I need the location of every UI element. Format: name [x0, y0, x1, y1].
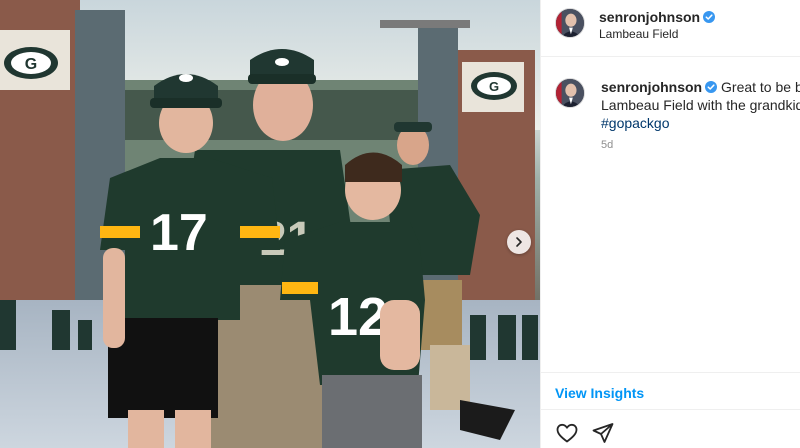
packers-g-logo-right: G [471, 72, 517, 100]
like-button[interactable] [555, 421, 579, 445]
svg-text:G: G [489, 79, 499, 94]
action-bar [541, 416, 800, 448]
avatar-image [556, 9, 584, 37]
view-insights-button[interactable]: View Insights [555, 385, 644, 401]
post-timestamp[interactable]: 5d [601, 139, 613, 151]
caption-avatar[interactable] [555, 78, 585, 108]
avatar[interactable] [555, 8, 585, 38]
photo-illustration: G G 17 12 [0, 0, 540, 448]
caption-body-2: Lambeau Field with the grandkids. [601, 97, 800, 113]
carousel-next-button[interactable] [507, 230, 531, 254]
caption-body-1: Great to be back [721, 79, 800, 95]
caption-username[interactable]: senronjohnson [601, 79, 702, 95]
avatar-image [556, 79, 584, 107]
verified-badge-icon [705, 81, 718, 93]
share-button[interactable] [591, 421, 615, 445]
location-link[interactable]: Lambeau Field [599, 27, 678, 41]
verified-badge-icon [703, 11, 716, 23]
svg-text:G: G [25, 56, 37, 73]
post-header: senronjohnson Lambeau Field [541, 0, 800, 57]
svg-text:17: 17 [150, 204, 208, 262]
caption-line-1: senronjohnson Great to be back [601, 78, 800, 96]
paper-plane-icon [592, 423, 614, 443]
insights-bar: View Insights [541, 372, 800, 410]
svg-text:12: 12 [328, 287, 388, 347]
hashtag-link[interactable]: #gopackgo [601, 114, 800, 132]
caption: senronjohnson Great to be back Lambeau F… [541, 72, 800, 162]
heart-icon [556, 423, 578, 443]
chevron-right-icon [516, 237, 522, 247]
packers-g-logo-left: G [4, 47, 58, 79]
post-details-panel: senronjohnson Lambeau Field senronjohnso… [540, 0, 800, 448]
caption-text: senronjohnson Great to be back Lambeau F… [601, 78, 800, 132]
post-photo[interactable]: G G 17 12 [0, 0, 540, 448]
header-username-text[interactable]: senronjohnson [599, 9, 700, 25]
header-username[interactable]: senronjohnson [599, 9, 716, 25]
